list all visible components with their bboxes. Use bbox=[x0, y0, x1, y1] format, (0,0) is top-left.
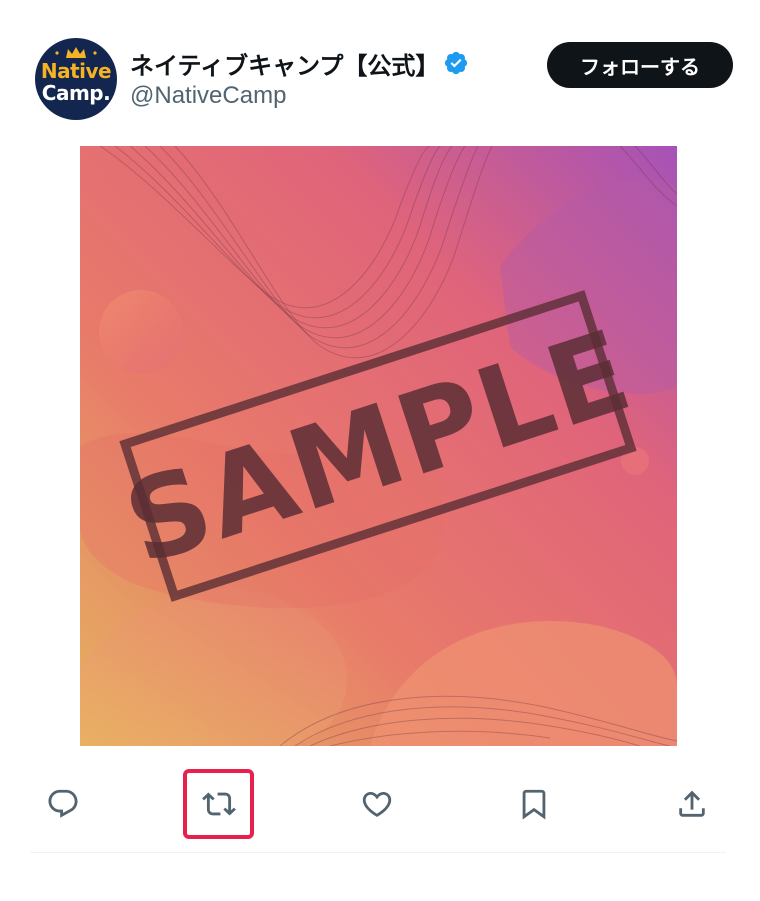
avatar[interactable]: Native Camp. bbox=[35, 38, 117, 120]
retweet-button[interactable] bbox=[183, 768, 255, 840]
verified-badge-icon bbox=[445, 51, 468, 75]
user-handle[interactable]: @NativeCamp bbox=[130, 82, 286, 110]
follow-button[interactable]: フォローする bbox=[547, 42, 733, 88]
divider bbox=[30, 852, 726, 853]
share-icon bbox=[679, 790, 705, 817]
reply-button[interactable] bbox=[27, 768, 99, 840]
bookmark-button[interactable] bbox=[498, 768, 570, 840]
retweet-icon bbox=[202, 792, 236, 816]
avatar-logo-line1: Native bbox=[40, 59, 112, 83]
display-name[interactable]: ネイティブキャンプ【公式】 bbox=[130, 46, 439, 81]
crown-icon bbox=[55, 47, 97, 58]
tweet-actions-bar bbox=[0, 768, 760, 844]
avatar-logo-line2: Camp. bbox=[41, 81, 111, 105]
bookmark-icon bbox=[522, 789, 546, 820]
like-button[interactable] bbox=[341, 768, 413, 840]
display-name-row[interactable]: ネイティブキャンプ【公式】 bbox=[130, 44, 469, 82]
sample-image: SAMPLE bbox=[80, 146, 677, 746]
tweet-header: Native Camp. ネイティブキャンプ【公式】 @NativeCamp フ… bbox=[0, 0, 760, 130]
reply-icon bbox=[48, 789, 78, 818]
heart-icon bbox=[362, 791, 392, 817]
share-button[interactable] bbox=[656, 768, 728, 840]
tweet-image[interactable]: SAMPLE bbox=[80, 146, 677, 746]
